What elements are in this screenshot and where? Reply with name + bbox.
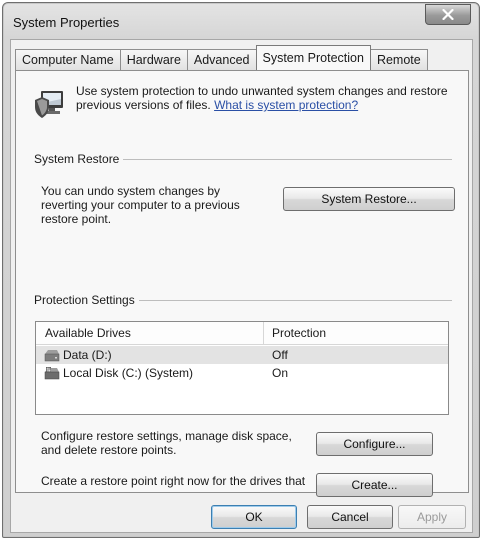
tab-hardware[interactable]: Hardware bbox=[119, 49, 188, 70]
close-icon bbox=[442, 9, 454, 20]
drives-list-header: Available Drives Protection bbox=[36, 322, 448, 345]
tab-system-protection[interactable]: System Protection bbox=[255, 45, 371, 70]
apply-button[interactable]: Apply bbox=[398, 505, 466, 529]
protection-settings-group-label: Protection Settings bbox=[34, 293, 139, 307]
create-button-label: Create... bbox=[351, 478, 398, 492]
window-title: System Properties bbox=[13, 15, 120, 30]
drive-protection-status: On bbox=[272, 366, 289, 380]
tab-label: Computer Name bbox=[22, 53, 114, 67]
ok-button[interactable]: OK bbox=[211, 505, 297, 529]
drive-row-data[interactable]: Data (D:) Off bbox=[36, 346, 448, 364]
drive-icon bbox=[44, 350, 60, 362]
system-restore-button[interactable]: System Restore... bbox=[283, 187, 455, 211]
configure-description: Configure restore settings, manage disk … bbox=[41, 429, 292, 457]
system-properties-window: System Properties Computer Name Hardware… bbox=[2, 2, 480, 538]
tab-label: Hardware bbox=[126, 53, 181, 67]
tab-label: System Protection bbox=[262, 51, 364, 65]
cancel-button[interactable]: Cancel bbox=[307, 505, 393, 529]
tab-strip: Computer Name Hardware Advanced System P… bbox=[15, 45, 428, 70]
drive-name: Local Disk (C:) (System) bbox=[63, 366, 194, 380]
drives-list[interactable]: Available Drives Protection Data (D:) Of… bbox=[35, 321, 449, 415]
drive-name: Data (D:) bbox=[63, 348, 112, 362]
system-drive-icon bbox=[44, 367, 60, 380]
system-restore-button-label: System Restore... bbox=[321, 192, 417, 206]
tab-advanced[interactable]: Advanced bbox=[186, 49, 257, 70]
column-header-available-drives[interactable]: Available Drives bbox=[45, 326, 131, 340]
system-protection-panel: Use system protection to undo unwanted s… bbox=[15, 70, 469, 497]
tab-remote[interactable]: Remote bbox=[369, 49, 428, 70]
column-divider[interactable] bbox=[263, 322, 264, 344]
dialog-client-area: Computer Name Hardware Advanced System P… bbox=[10, 39, 473, 533]
system-restore-description: You can undo system changes by reverting… bbox=[41, 184, 240, 226]
column-header-protection[interactable]: Protection bbox=[272, 326, 326, 340]
intro-text-block: Use system protection to undo unwanted s… bbox=[76, 84, 456, 112]
system-restore-group-label: System Restore bbox=[34, 152, 124, 166]
what-is-system-protection-link[interactable]: What is system protection? bbox=[214, 98, 358, 112]
drive-protection-status: Off bbox=[272, 348, 288, 362]
tab-computer-name[interactable]: Computer Name bbox=[15, 49, 121, 70]
drive-row-local-disk[interactable]: Local Disk (C:) (System) On bbox=[36, 364, 448, 382]
configure-button[interactable]: Configure... bbox=[316, 432, 433, 456]
shield-computer-icon bbox=[35, 91, 63, 118]
ok-button-label: OK bbox=[245, 510, 263, 524]
configure-button-label: Configure... bbox=[343, 437, 406, 451]
create-button[interactable]: Create... bbox=[316, 473, 433, 497]
apply-button-label: Apply bbox=[416, 510, 448, 524]
create-description: Create a restore point right now for the… bbox=[41, 474, 306, 490]
tab-label: Remote bbox=[376, 53, 421, 67]
tab-label: Advanced bbox=[193, 53, 250, 67]
title-bar[interactable]: System Properties bbox=[3, 3, 479, 39]
close-button[interactable] bbox=[425, 4, 471, 25]
cancel-button-label: Cancel bbox=[331, 510, 369, 524]
